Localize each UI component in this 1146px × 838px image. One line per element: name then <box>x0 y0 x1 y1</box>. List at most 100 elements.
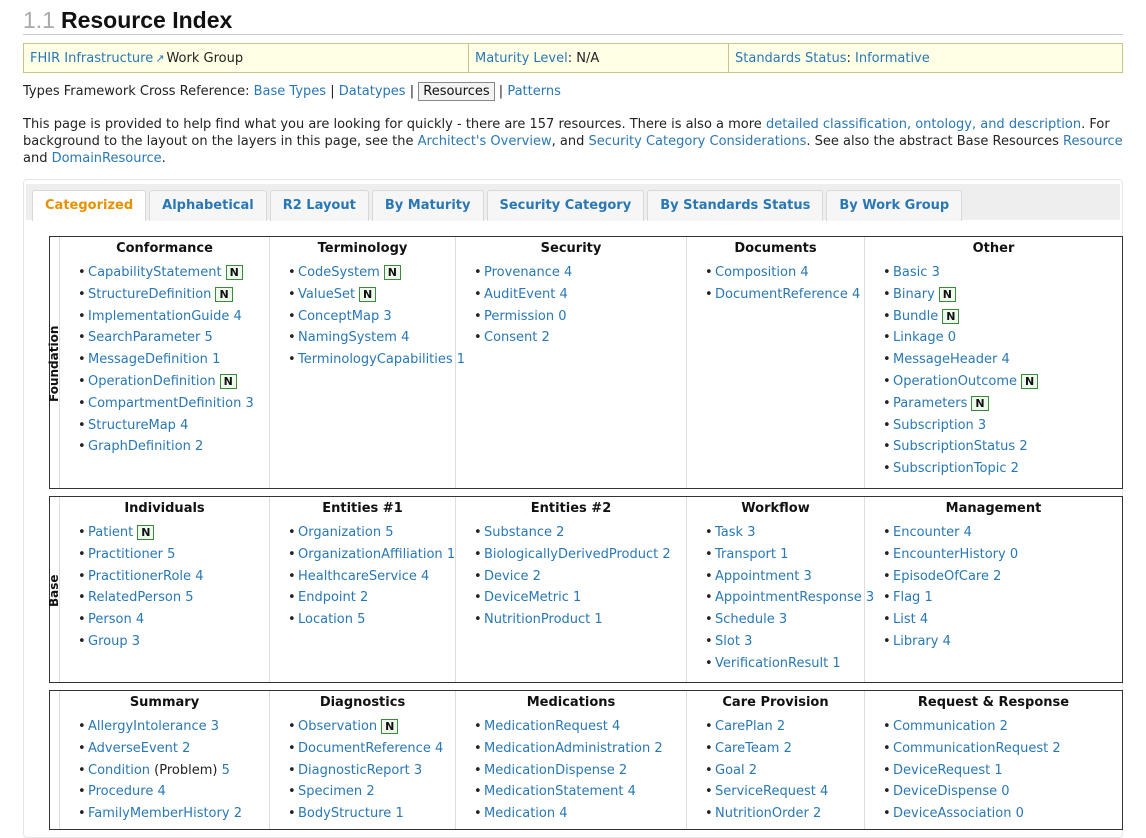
resource-link[interactable]: Location <box>298 612 353 627</box>
maturity-level-link[interactable]: 1 <box>447 547 455 562</box>
maturity-level-link[interactable]: 4 <box>401 330 409 345</box>
maturity-level-link[interactable]: 2 <box>195 439 203 454</box>
maturity-level-link[interactable]: 2 <box>366 784 374 799</box>
resource-link[interactable]: BodyStructure <box>298 806 391 821</box>
maturity-level-link[interactable]: 1 <box>780 547 788 562</box>
xref-patterns[interactable]: Patterns <box>507 84 561 99</box>
normative-badge[interactable]: N <box>942 308 960 324</box>
maturity-level-link[interactable]: 4 <box>234 309 242 324</box>
resource-link[interactable]: Device <box>484 569 528 584</box>
workgroup-link[interactable]: FHIR Infrastructure <box>30 51 153 66</box>
resource-link[interactable]: SubscriptionTopic <box>893 461 1006 476</box>
maturity-level-link[interactable]: 5 <box>357 612 365 627</box>
resource-link[interactable]: CarePlan <box>715 719 773 734</box>
resource-link[interactable]: AppointmentResponse <box>715 590 862 605</box>
maturity-level-link[interactable]: 2 <box>813 806 821 821</box>
normative-badge[interactable]: N <box>225 265 243 280</box>
maturity-level-link[interactable]: 4 <box>559 287 567 302</box>
maturity-level-link[interactable]: 1 <box>573 590 581 605</box>
maturity-level-link[interactable]: 2 <box>556 525 564 540</box>
resource-link[interactable]: DeviceMetric <box>484 590 569 605</box>
resource-link[interactable]: EncounterHistory <box>893 547 1006 562</box>
maturity-level-link[interactable]: 0 <box>1010 547 1018 562</box>
resource-link[interactable]: Communication <box>893 719 995 734</box>
resource-link[interactable]: MessageDefinition <box>88 352 208 367</box>
maturity-level-link[interactable]: 3 <box>866 590 874 605</box>
resource-link[interactable]: EpisodeOfCare <box>893 569 989 584</box>
maturity-level-link[interactable]: 4 <box>564 265 572 280</box>
resource-link[interactable]: ConceptMap <box>298 309 379 324</box>
maturity-level-link[interactable]: 4 <box>1001 352 1009 367</box>
tab-security-category[interactable]: Security Category <box>486 190 645 221</box>
resource-link[interactable]: CareTeam <box>715 741 779 756</box>
resource-link[interactable]: Person <box>88 612 132 627</box>
maturity-level-link[interactable]: 0 <box>1001 784 1009 799</box>
resource-link[interactable]: AdverseEvent <box>88 741 178 756</box>
resource-link[interactable]: DiagnosticReport <box>298 763 410 778</box>
maturity-level-link[interactable]: 4 <box>800 265 808 280</box>
maturity-level-link[interactable]: 2 <box>654 741 662 756</box>
resource-link[interactable]: ServiceRequest <box>715 784 816 799</box>
resource-link[interactable]: MedicationStatement <box>484 784 624 799</box>
maturity-level-link[interactable]: 2 <box>662 547 670 562</box>
maturity-level-link[interactable]: 1 <box>994 763 1002 778</box>
resource-link[interactable]: Subscription <box>893 418 974 433</box>
maturity-level-link[interactable]: 4 <box>820 784 828 799</box>
resource-link[interactable]: DeviceDispense <box>893 784 997 799</box>
maturity-level-link[interactable]: 2 <box>777 719 785 734</box>
maturity-level-link[interactable]: 2 <box>1000 719 1008 734</box>
resource-link[interactable]: BiologicallyDerivedProduct <box>484 547 658 562</box>
resource-link[interactable]: Library <box>893 634 938 649</box>
resource-link[interactable]: Appointment <box>715 569 799 584</box>
maturity-level-link[interactable]: 4 <box>559 806 567 821</box>
resource-link[interactable]: OrganizationAffiliation <box>298 547 443 562</box>
maturity-level-link[interactable]: 0 <box>948 330 956 345</box>
resource-link[interactable]: Bundle <box>893 309 938 324</box>
resource-link[interactable]: Schedule <box>715 612 775 627</box>
maturity-level-link[interactable]: 2 <box>619 763 627 778</box>
normative-badge[interactable]: N <box>381 719 399 734</box>
resource-link[interactable]: Organization <box>298 525 381 540</box>
normative-badge[interactable]: N <box>938 286 956 302</box>
maturity-level-link[interactable]: 1 <box>924 590 932 605</box>
resource-link[interactable]: Task <box>715 525 743 540</box>
resource-link[interactable]: NamingSystem <box>298 330 397 345</box>
maturity-level-link[interactable]: 4 <box>421 569 429 584</box>
resource-link[interactable]: VerificationResult <box>715 656 828 671</box>
resource-link[interactable]: SearchParameter <box>88 330 200 345</box>
maturity-level-link[interactable]: 0 <box>1016 806 1024 821</box>
resource-link[interactable]: Procedure <box>88 784 153 799</box>
tab-alphabetical[interactable]: Alphabetical <box>149 190 267 221</box>
normative-badge[interactable]: N <box>215 286 233 302</box>
maturity-level-link[interactable]: 2 <box>360 590 368 605</box>
maturity-level-link[interactable]: 3 <box>744 634 752 649</box>
resource-link[interactable]: Slot <box>715 634 740 649</box>
maturity-level-link[interactable]: 2 <box>234 806 242 821</box>
maturity-level-link[interactable]: 3 <box>211 719 219 734</box>
maturity-level-link[interactable]: 1 <box>212 352 220 367</box>
resource-link[interactable]: StructureDefinition <box>88 287 211 302</box>
resource-link[interactable]: MessageHeader <box>893 352 997 367</box>
resource-link[interactable]: NutritionProduct <box>484 612 590 627</box>
maturity-level-link[interactable]: 5 <box>204 330 212 345</box>
resource-link[interactable]: NutritionOrder <box>715 806 809 821</box>
resource-link[interactable]: PractitionerRole <box>88 569 191 584</box>
resource-link[interactable]: OperationDefinition <box>88 374 216 389</box>
architect-overview-link[interactable]: Architect's Overview <box>418 134 552 149</box>
resource-link[interactable]: MedicationAdministration <box>484 741 650 756</box>
resource-link[interactable]: FamilyMemberHistory <box>88 806 230 821</box>
security-considerations-link[interactable]: Security Category Considerations <box>588 134 806 149</box>
xref-base-types[interactable]: Base Types <box>254 84 326 99</box>
resource-link[interactable]: Encounter <box>893 525 959 540</box>
resource-link[interactable]: TerminologyCapabilities <box>298 352 453 367</box>
maturity-level-link[interactable]: 2 <box>542 330 550 345</box>
maturity-link[interactable]: Maturity Level <box>475 51 568 66</box>
maturity-level-link[interactable]: 1 <box>832 656 840 671</box>
normative-badge[interactable]: N <box>219 373 237 389</box>
resource-link[interactable]: Group <box>88 634 128 649</box>
maturity-level-link[interactable]: 3 <box>932 265 940 280</box>
maturity-level-link[interactable]: 4 <box>920 612 928 627</box>
domainresource-link[interactable]: DomainResource <box>52 151 162 166</box>
maturity-level-link[interactable]: 2 <box>182 741 190 756</box>
resource-link[interactable]: Patient <box>88 525 133 540</box>
